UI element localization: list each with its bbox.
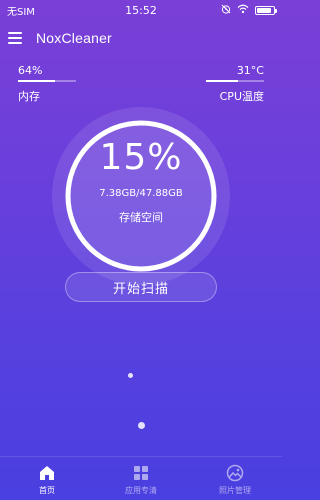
nav-item-home[interactable]: 首页 — [0, 457, 94, 500]
cpu-temp-metric: 31°C CPU温度 — [206, 64, 264, 104]
memory-progress-bar — [18, 80, 56, 82]
bottom-nav: 首页 应用专清 照片管理 — [0, 456, 282, 500]
app-bar: NoxCleaner — [0, 26, 282, 52]
nav-item-app-clean[interactable]: 应用专清 — [94, 457, 188, 500]
cpu-temp-progress-bar — [206, 80, 238, 82]
status-icons — [221, 4, 277, 17]
start-scan-button[interactable]: 开始扫描 — [65, 272, 217, 302]
grid-apps-icon — [134, 466, 148, 480]
storage-percent: 15% — [99, 137, 183, 178]
nav-label-photo-manage: 照片管理 — [219, 486, 251, 495]
page-indicator-dot — [128, 373, 133, 378]
carrier-text: 无SIM — [7, 6, 35, 18]
cpu-temp-label: CPU温度 — [219, 90, 264, 103]
app-title: NoxCleaner — [36, 30, 112, 46]
nav-item-photo-manage[interactable]: 照片管理 — [188, 457, 282, 500]
nav-label-app-clean: 应用专清 — [125, 486, 157, 495]
storage-gauge[interactable]: 15% 7.38GB/47.88GB 存储空间 — [52, 107, 230, 285]
cpu-temp-value: 31°C — [236, 64, 264, 77]
hamburger-menu-icon[interactable] — [8, 32, 22, 44]
battery-icon — [255, 5, 277, 15]
photo-icon — [226, 464, 244, 482]
memory-metric: 64% 内存 — [18, 64, 76, 104]
memory-value: 64% — [18, 64, 43, 77]
wifi-icon — [237, 4, 249, 17]
page-indicator-dot — [138, 422, 145, 429]
memory-progress-track — [18, 80, 76, 82]
storage-label: 存储空间 — [119, 212, 163, 224]
nav-label-home: 首页 — [39, 486, 55, 495]
storage-usage: 7.38GB/47.88GB — [99, 188, 183, 199]
cpu-temp-progress-track — [206, 80, 264, 82]
memory-label: 内存 — [18, 90, 40, 103]
home-icon — [40, 466, 54, 480]
alarm-icon — [221, 4, 231, 17]
status-bar: 无SIM 15:52 — [0, 0, 282, 20]
